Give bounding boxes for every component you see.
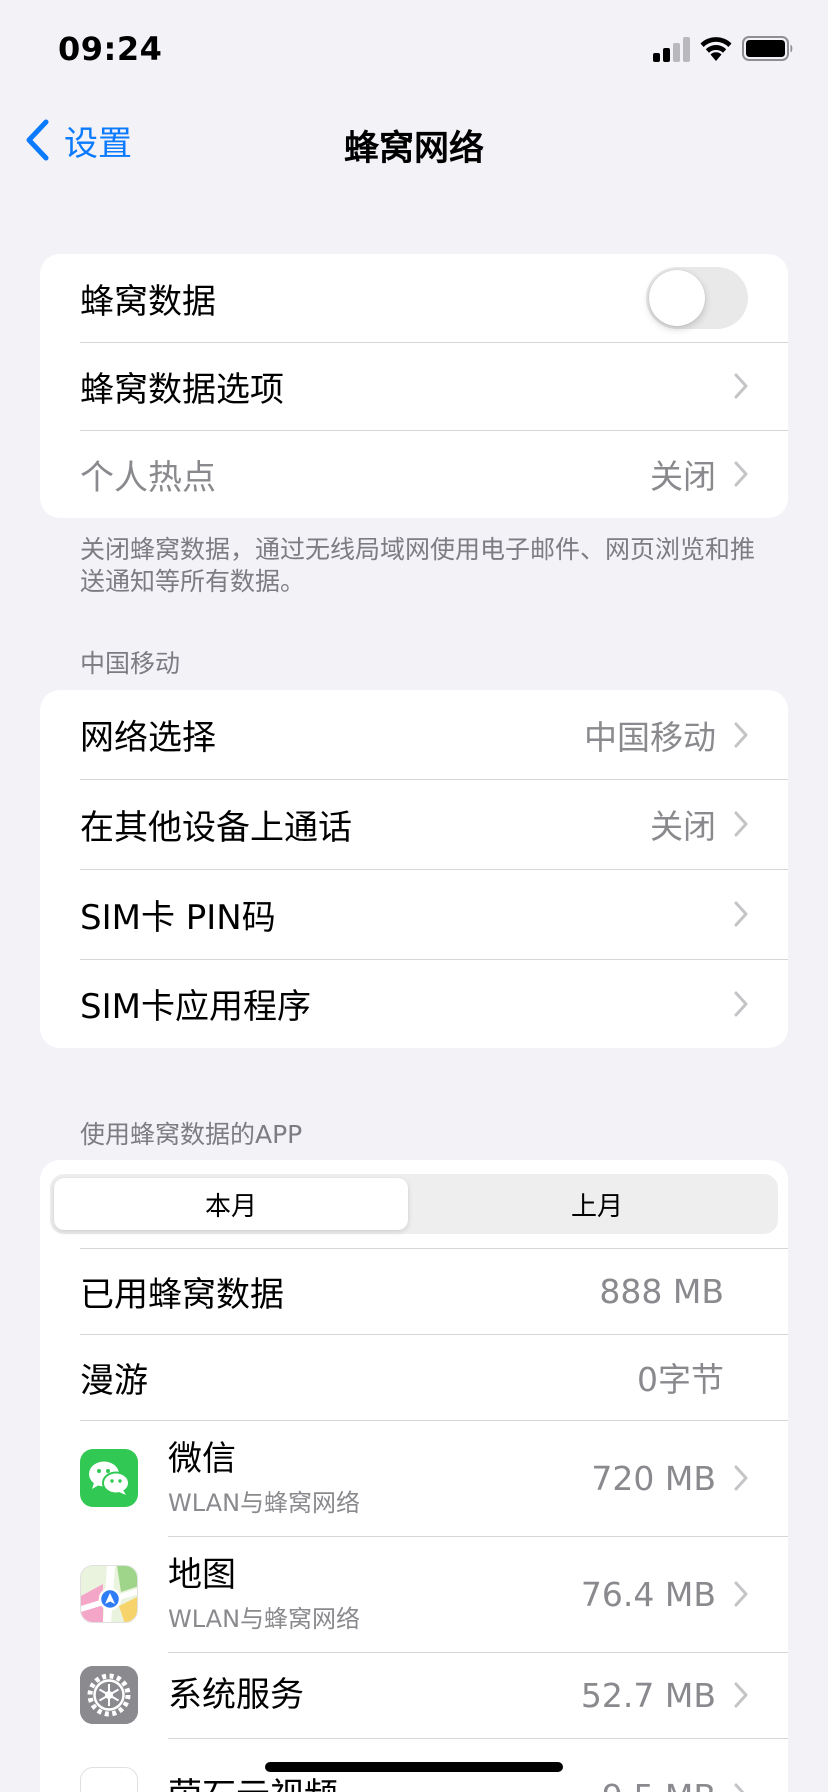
app-name: 萤石云视频 [168,1776,602,1792]
app-text: 系统服务 [168,1675,581,1715]
used-cellular-data-label: 已用蜂窝数据 [80,1274,284,1315]
navigation-bar: 设置 蜂窝网络 [0,100,828,180]
chevron-right-icon [734,1465,748,1491]
roaming-label: 漫游 [80,1360,148,1401]
chevron-right-icon [734,811,748,837]
wifi-icon [700,37,732,61]
wechat-icon [80,1449,138,1507]
calls-on-other-devices-label: 在其他设备上通话 [80,807,352,848]
app-data-usage: 52.7 MB [580,1675,716,1715]
app-row-wechat[interactable]: 微信 WLAN与蜂窝网络 720 MB [40,1420,788,1536]
cellular-data-toggle[interactable] [646,267,748,329]
maps-icon [80,1565,138,1623]
toggle-knob [649,270,705,326]
chevron-right-icon [734,722,748,747]
cellular-data-footnote: 关闭蜂窝数据，通过无线局域网使用电子邮件、网页浏览和推送通知等所有数据。 [80,535,756,596]
roaming-row: 漫游 0字节 [40,1334,788,1420]
sim-applications-row[interactable]: SIM卡应用程序 [40,959,788,1048]
app-network-type: WLAN与蜂窝网络 [168,1488,361,1517]
gear-icon [80,1666,138,1724]
cellular-data-label: 蜂窝数据 [80,281,216,322]
cellular-data-options-label: 蜂窝数据选项 [80,369,284,410]
app-row-system-services[interactable]: 系统服务 52.7 MB [40,1652,788,1738]
app-text: 萤石云视频 [168,1776,602,1792]
home-indicator[interactable] [265,1762,563,1772]
app-text: 地图 WLAN与蜂窝网络 [168,1555,581,1634]
status-time: 09:24 [58,30,163,68]
app-text: 微信 WLAN与蜂窝网络 [168,1439,591,1518]
calls-on-other-devices-value: 关闭 [650,807,716,846]
calls-on-other-devices-row[interactable]: 在其他设备上通话 关闭 [40,779,788,869]
sim-applications-label: SIM卡应用程序 [80,987,311,1027]
app-name: 系统服务 [168,1675,304,1715]
page-title: 蜂窝网络 [343,129,484,169]
tab-this-month[interactable]: 本月 [54,1178,408,1230]
personal-hotspot-label: 个人热点 [80,457,216,498]
app-name: 微信 [168,1438,236,1479]
chevron-right-icon [734,1581,748,1607]
used-cellular-data-value: 888 MB [599,1271,724,1311]
apps-usage-group: 本月 上月 已用蜂窝数据 888 MB 漫游 0字节 微信 WLAN与蜂窝网络 … [40,1160,788,1792]
carrier-section-header: 中国移动 [80,649,181,678]
app-row-maps[interactable]: 地图 WLAN与蜂窝网络 76.4 MB [40,1536,788,1652]
ezviz-icon [80,1767,138,1792]
usage-list: 已用蜂窝数据 888 MB 漫游 0字节 微信 WLAN与蜂窝网络 720 MB… [40,1248,788,1792]
network-selection-value: 中国移动 [584,717,716,757]
chevron-right-icon [734,1682,748,1708]
chevron-right-icon [734,901,748,927]
apps-section-header: 使用蜂窝数据的APP [80,1120,303,1149]
chevron-right-icon [734,461,748,487]
network-selection-label: 网络选择 [80,718,216,758]
app-data-usage: 76.4 MB [580,1574,716,1614]
battery-icon [742,36,793,61]
network-selection-row[interactable]: 网络选择 中国移动 [40,690,788,779]
used-cellular-data-row: 已用蜂窝数据 888 MB [40,1248,788,1334]
cellular-signal-icon [653,36,691,62]
personal-hotspot-row[interactable]: 个人热点 关闭 [40,430,788,518]
tab-last-month[interactable]: 上月 [420,1178,774,1230]
chevron-right-icon [734,1783,745,1792]
app-name: 地图 [168,1554,236,1595]
cellular-data-options-row[interactable]: 蜂窝数据选项 [40,342,788,430]
roaming-value: 0字节 [637,1360,724,1399]
app-network-type: WLAN与蜂窝网络 [168,1604,361,1633]
cellular-settings-screen: 09:24 设置 蜂窝网络 蜂窝数据 蜂窝数据选项 个人热点 关闭 关闭蜂窝数据… [0,0,828,1792]
app-data-usage: 720 MB [591,1458,716,1498]
personal-hotspot-value: 关闭 [650,457,716,496]
app-data-usage: 9.5 MB [602,1777,716,1792]
cellular-data-row: 蜂窝数据 [40,254,788,342]
sim-pin-label: SIM卡 PIN码 [80,897,276,938]
cellular-data-group: 蜂窝数据 蜂窝数据选项 个人热点 关闭 [40,254,788,518]
period-segmented-control: 本月 上月 [50,1174,778,1234]
chevron-right-icon [734,991,748,1016]
chevron-right-icon [734,373,748,399]
status-bar: 09:24 [0,0,828,100]
carrier-group: 网络选择 中国移动 在其他设备上通话 关闭 SIM卡 PIN码 SIM卡应用程序 [40,690,788,1048]
sim-pin-row[interactable]: SIM卡 PIN码 [40,869,788,959]
